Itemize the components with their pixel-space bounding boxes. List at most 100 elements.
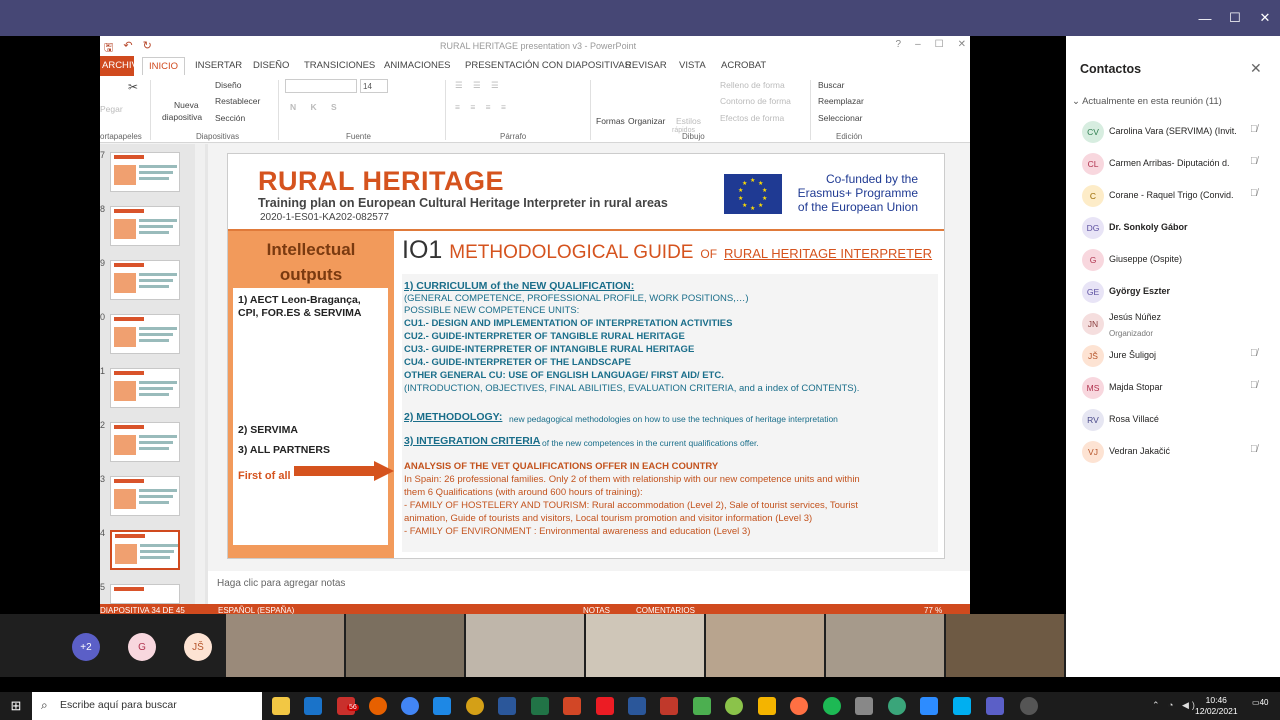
align-buttons[interactable]: ≡ ≡ ≡ ≡ — [455, 102, 510, 112]
tab-insertar[interactable]: INSERTAR — [195, 60, 242, 71]
notes-pane[interactable]: Haga clic para agregar notas — [208, 571, 970, 606]
ppt-minimize-icon[interactable]: – — [915, 39, 921, 50]
paste-button[interactable]: Pegar — [100, 104, 123, 114]
help-icon[interactable]: ? — [896, 39, 902, 50]
in-meeting-section[interactable]: ⌄ Actualmente en esta reunión (11) — [1072, 96, 1222, 107]
app-icon[interactable]: 56 — [337, 697, 359, 715]
replace-button[interactable]: Reemplazar — [818, 96, 864, 106]
app-icon[interactable] — [1020, 697, 1038, 715]
slide-thumbnail-selected[interactable] — [110, 530, 180, 570]
quick-styles-button[interactable]: Estilos — [676, 116, 701, 126]
file-explorer-icon[interactable] — [272, 697, 290, 715]
skype-icon[interactable] — [953, 697, 971, 715]
reset-button[interactable]: Restablecer — [215, 96, 260, 106]
participant-row[interactable]: MS Majda Stopar 🎙̸ — [1066, 372, 1280, 404]
cut-icon[interactable]: ✂ — [128, 80, 138, 94]
teams-icon[interactable] — [986, 697, 1004, 715]
participant-avatar-g[interactable]: G — [128, 633, 156, 661]
participant-row[interactable]: RV Rosa Villacé — [1066, 404, 1280, 436]
notification-center-icon[interactable]: ▭40 — [1252, 698, 1270, 714]
participant-video[interactable] — [346, 614, 464, 677]
participant-row[interactable]: CL Carmen Arribas- Diputación d. 🎙̸ — [1066, 148, 1280, 180]
font-format-buttons[interactable]: N K S — [290, 102, 343, 112]
shape-effects-button[interactable]: Efectos de forma — [720, 113, 784, 123]
slide-thumbnail[interactable] — [110, 368, 180, 408]
slide-thumbnail[interactable] — [110, 260, 180, 300]
windows-start-icon[interactable]: ⊞ — [0, 692, 32, 720]
tab-inicio[interactable]: INICIO — [142, 57, 186, 75]
participant-row[interactable]: C Corane - Raquel Trigo (Convid. 🎙̸ — [1066, 180, 1280, 212]
app-icon[interactable] — [888, 697, 906, 715]
taskbar-search-input[interactable]: ⌕ Escribe aquí para buscar — [32, 692, 262, 720]
find-button[interactable]: Buscar — [818, 80, 844, 90]
select-button[interactable]: Seleccionar — [818, 113, 862, 123]
participant-row[interactable]: VJ Vedran Jakačić 🎙̸ — [1066, 436, 1280, 468]
font-name-select[interactable] — [285, 79, 357, 93]
acrobat-icon[interactable] — [596, 697, 614, 715]
slide-thumbnail[interactable] — [110, 422, 180, 462]
close-icon[interactable]: ✕ — [1250, 0, 1280, 36]
app-icon[interactable] — [855, 697, 873, 715]
font-size-select[interactable]: 14 — [360, 79, 388, 93]
slide-thumbnail[interactable] — [110, 314, 180, 354]
excel-icon[interactable] — [531, 697, 549, 715]
shapes-button[interactable]: Formas — [596, 116, 625, 126]
chrome-icon[interactable] — [401, 697, 419, 715]
tab-archivo[interactable]: ARCHIVO — [100, 56, 145, 76]
maximize-icon[interactable]: ☐ — [1220, 0, 1250, 36]
app-icon[interactable] — [758, 697, 776, 715]
firefox-icon[interactable] — [369, 697, 387, 715]
tab-revisar[interactable]: REVISAR — [625, 60, 667, 71]
ppt-close-icon[interactable]: ✕ — [958, 39, 966, 50]
slide-thumbnail[interactable] — [110, 476, 180, 516]
close-panel-icon[interactable]: ✕ — [1250, 60, 1262, 77]
system-tray-icons[interactable]: ⌃ ◔ ◀) — [1152, 700, 1198, 711]
word-icon[interactable] — [498, 697, 516, 715]
section-button[interactable]: Sección — [215, 113, 245, 123]
participant-video[interactable] — [586, 614, 704, 677]
slide-thumbnail[interactable] — [110, 152, 180, 192]
participant-video[interactable] — [466, 614, 584, 677]
edge-icon[interactable] — [433, 697, 451, 715]
ppt-maximize-icon[interactable]: ☐ — [935, 39, 944, 50]
arrange-button[interactable]: Organizar — [628, 116, 665, 126]
participant-row[interactable]: JŠ Jure Šuligoj 🎙̸ — [1066, 340, 1280, 372]
app-icon[interactable] — [660, 697, 678, 715]
slide-thumbnail[interactable] — [110, 206, 180, 246]
app-icon[interactable] — [693, 697, 711, 715]
shape-outline-button[interactable]: Contorno de forma — [720, 96, 791, 106]
word-doc-icon[interactable] — [628, 697, 646, 715]
minimize-icon[interactable]: — — [1190, 0, 1220, 36]
taskbar-clock[interactable]: 10:46 12/02/2021 — [1195, 695, 1238, 717]
thumbnails-scrollbar[interactable] — [195, 144, 205, 604]
participant-row[interactable]: CV Carolina Vara (SERVIMA) (Invit. 🎙̸ — [1066, 116, 1280, 148]
tab-diseno[interactable]: DISEÑO — [253, 60, 289, 71]
app-icon[interactable] — [466, 697, 484, 715]
tab-transiciones[interactable]: TRANSICIONES — [304, 60, 375, 71]
layout-button[interactable]: Diseño — [215, 80, 241, 90]
spotify-icon[interactable] — [823, 697, 841, 715]
tab-acrobat[interactable]: ACROBAT — [721, 60, 766, 71]
tab-presentacion[interactable]: PRESENTACIÓN CON DIAPOSITIVAS — [465, 60, 631, 71]
participant-row[interactable]: DG Dr. Sonkoly Gábor — [1066, 212, 1280, 244]
slide-thumbnail[interactable] — [110, 584, 180, 604]
app-icon[interactable] — [725, 697, 743, 715]
shape-fill-button[interactable]: Relleno de forma — [720, 80, 785, 90]
tab-vista[interactable]: VISTA — [679, 60, 706, 71]
participant-avatar-js[interactable]: JŠ — [184, 633, 212, 661]
tab-animaciones[interactable]: ANIMACIONES — [384, 60, 451, 71]
participant-video[interactable] — [826, 614, 944, 677]
outlook-icon[interactable] — [304, 697, 322, 715]
new-slide-button[interactable]: Nueva — [174, 100, 199, 110]
participant-row[interactable]: JN Jesús Núñez Organizador — [1066, 308, 1280, 340]
list-buttons[interactable]: ☰ ☰ ☰ — [455, 80, 503, 91]
participant-video[interactable] — [226, 614, 344, 677]
zoom-icon[interactable] — [920, 697, 938, 715]
participant-video[interactable] — [706, 614, 824, 677]
participant-row[interactable]: G Giuseppe (Ospite) — [1066, 244, 1280, 276]
powerpoint-icon[interactable] — [563, 697, 581, 715]
participant-video[interactable] — [946, 614, 1064, 677]
more-participants-button[interactable]: +2 — [72, 633, 100, 661]
app-icon[interactable] — [790, 697, 808, 715]
participant-row[interactable]: GE György Eszter — [1066, 276, 1280, 308]
